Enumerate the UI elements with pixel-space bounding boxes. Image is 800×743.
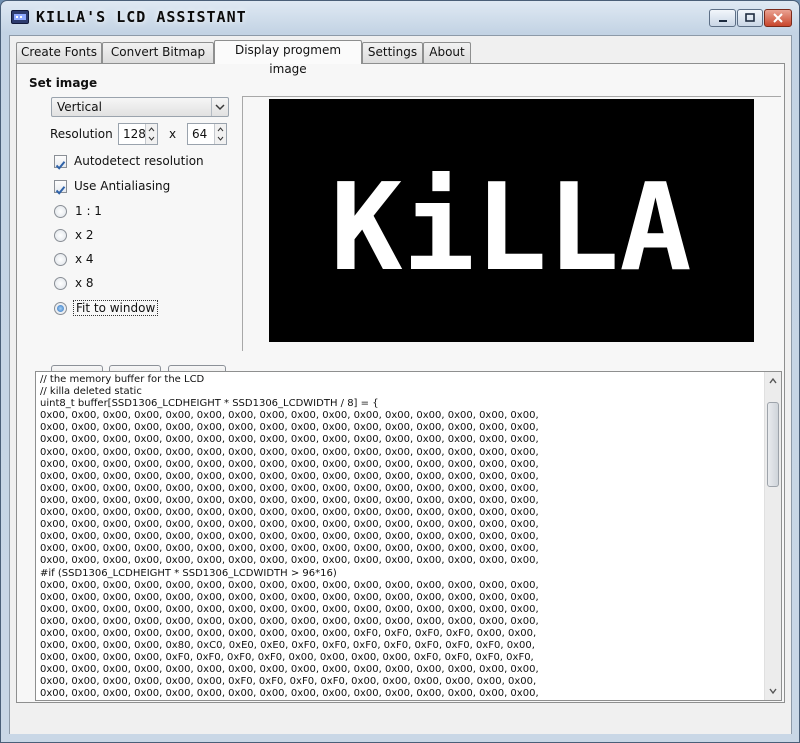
spin-arrows-icon[interactable] [145,124,157,144]
code-line: 0x00, 0x00, 0x00, 0x00, 0x00, 0x00, 0x00… [40,494,539,506]
zoom-1-1-label[interactable]: 1 : 1 [75,204,102,218]
checkmark-icon [55,161,66,170]
scroll-up-icon[interactable] [768,376,778,386]
code-line: 0x00, 0x00, 0x00, 0x00, 0x00, 0x00, 0x00… [40,519,539,531]
resolution-height-value: 64 [192,127,208,141]
tab-convert-bitmap[interactable]: Convert Bitmap [102,42,214,63]
lcd-preview[interactable]: KiLLA [269,99,754,342]
display-progmem-panel: Set image Vertical Resolution 128 x 64 A… [16,63,785,703]
code-line: 0x00, 0x00, 0x00, 0x00, 0x00, 0x00, 0x00… [40,531,539,543]
title-bar[interactable]: KILLA'S LCD ASSISTANT [1,1,799,35]
code-line: 0x00, 0x00, 0x00, 0x00, 0x00, 0x00, 0x00… [40,422,539,434]
lcd-preview-image: KiLLA [330,159,691,298]
code-line: 0x00, 0x00, 0x00, 0x00, 0x00, 0x00, 0x00… [40,434,539,446]
code-line: // killa deleted static [40,386,142,398]
chevron-down-icon[interactable] [211,98,228,116]
resolution-separator: x [169,127,177,141]
code-line: 0x00, 0x00, 0x00, 0x00, 0x00, 0x00, 0x00… [40,446,539,458]
code-line: 0x00, 0x00, 0x00, 0x00, 0x00, 0x00, 0x00… [40,627,537,639]
zoom-x2-label[interactable]: x 2 [75,228,94,242]
resolution-width-stepper[interactable]: 128 [118,123,158,145]
code-line: 0x00, 0x00, 0x00, 0x00, 0x80, 0xC0, 0xE0… [40,640,535,652]
code-line: 0x00, 0x00, 0x00, 0x00, 0x00, 0x00, 0xF0… [40,676,537,688]
checkmark-icon [55,186,66,195]
code-line: 0x00, 0x00, 0x00, 0x00, 0x00, 0x00, 0x00… [40,615,539,627]
fit-to-window-label-wrap[interactable]: Fit to window [73,300,159,316]
app-window: KILLA'S LCD ASSISTANT Create Fonts Conve… [0,0,800,743]
minimize-button[interactable] [709,9,736,27]
zoom-x8-label[interactable]: x 8 [75,276,94,290]
lcd-app-icon[interactable] [11,10,29,24]
set-image-heading: Set image [29,76,98,90]
zoom-1-1-radio[interactable] [54,205,67,218]
maximize-icon [745,13,755,22]
zoom-x8-radio[interactable] [54,277,67,290]
code-line: 0x00, 0x00, 0x00, 0x00, 0x00, 0x00, 0x00… [40,543,539,555]
code-line: 0x00, 0x00, 0x00, 0x00, 0x00, 0x00, 0x00… [40,507,539,519]
use-antialiasing-checkbox[interactable] [54,180,67,195]
resolution-height-stepper[interactable]: 64 [187,123,227,145]
spin-arrows-icon[interactable] [214,124,226,144]
scrollbar-thumb[interactable] [767,402,779,487]
orientation-value: Vertical [57,100,102,114]
zoom-x4-label[interactable]: x 4 [75,252,94,266]
code-line: 0x00, 0x00, 0x00, 0x00, 0x00, 0x00, 0x00… [40,410,539,422]
tab-about[interactable]: About [423,42,471,63]
status-bar [10,710,791,734]
autodetect-resolution-checkbox[interactable] [54,155,67,170]
code-output-textarea[interactable]: // the memory buffer for the LCD// killa… [35,371,782,701]
code-output-text: // the memory buffer for the LCD// killa… [40,374,760,700]
resolution-width-value: 128 [123,127,146,141]
use-antialiasing-label[interactable]: Use Antialiasing [74,179,170,193]
window-title: KILLA'S LCD ASSISTANT [36,8,247,26]
code-line: 0x00, 0x00, 0x00, 0x00, 0x00, 0x00, 0x00… [40,664,539,676]
code-line: 0x00, 0x00, 0x00, 0x00, 0x00, 0x00, 0x00… [40,458,539,470]
orientation-select[interactable]: Vertical [51,97,229,117]
code-line: 0x00, 0x00, 0x00, 0x00, 0x00, 0x00, 0x00… [40,591,539,603]
zoom-x2-radio[interactable] [54,229,67,242]
lcd-preview-text: KiLLA [330,159,691,298]
fit-to-window-radio[interactable] [54,302,67,315]
minimize-icon [718,20,727,22]
zoom-x4-radio[interactable] [54,253,67,266]
code-line: 0x00, 0x00, 0x00, 0x00, 0x00, 0x00, 0x00… [40,579,539,591]
scroll-down-icon[interactable] [768,686,778,696]
code-line: #if (SSD1306_LCDHEIGHT * SSD1306_LCDWIDT… [40,567,337,579]
code-line: 0x00, 0x00, 0x00, 0x00, 0x00, 0x00, 0x00… [40,470,539,482]
tab-settings[interactable]: Settings [362,42,423,63]
resolution-label: Resolution [50,127,113,141]
autodetect-resolution-label[interactable]: Autodetect resolution [74,154,204,168]
close-button[interactable] [764,9,792,27]
code-line: 0x00, 0x00, 0x00, 0x00, 0x00, 0x00, 0x00… [40,555,539,567]
fit-to-window-label[interactable]: Fit to window [73,300,159,316]
code-line: // the memory buffer for the LCD [40,374,205,385]
tab-display-progmem-image[interactable]: Display progmem image [214,40,362,76]
maximize-button[interactable] [737,9,763,27]
close-icon [773,13,783,23]
code-line: 0x00, 0x00, 0x00, 0x00, 0x00, 0x00, 0x00… [40,603,539,615]
client-area: Create Fonts Convert Bitmap Display prog… [9,35,792,734]
code-line: 0x00, 0x00, 0x00, 0x00, 0x00, 0x00, 0x00… [40,688,539,700]
code-vertical-scrollbar[interactable] [764,372,781,700]
code-line: 0x00, 0x00, 0x00, 0x00, 0xF0, 0xF0, 0xF0… [40,652,534,664]
code-line: uint8_t buffer[SSD1306_LCDHEIGHT * SSD13… [40,398,379,410]
code-line: 0x00, 0x00, 0x00, 0x00, 0x00, 0x00, 0x00… [40,482,539,494]
tab-create-fonts[interactable]: Create Fonts [16,42,102,63]
